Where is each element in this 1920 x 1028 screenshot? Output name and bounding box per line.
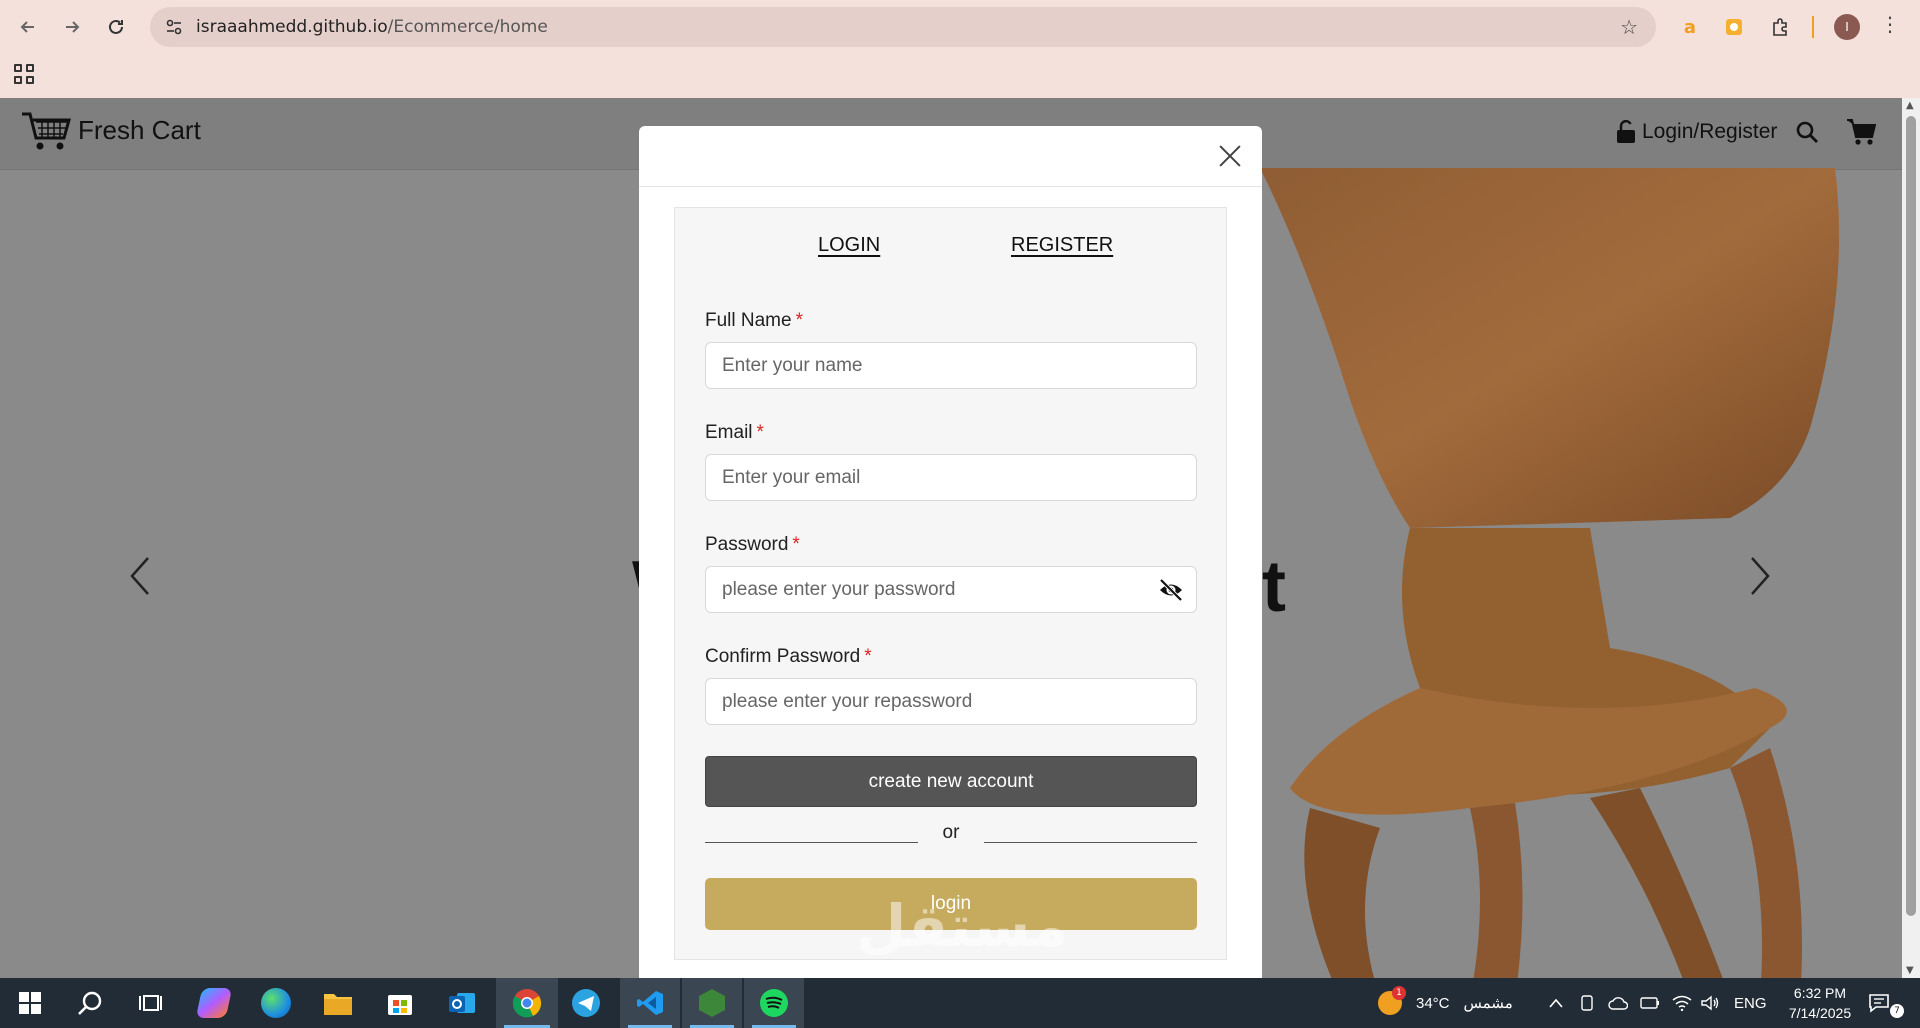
toolbar-divider	[1812, 16, 1814, 38]
chrome-icon[interactable]	[496, 978, 558, 1028]
or-text: or	[942, 822, 960, 843]
apps-grid-icon[interactable]	[14, 64, 34, 84]
password-label: Password *	[705, 534, 1197, 556]
show-hidden-icons-chevron-up-icon[interactable]	[1548, 978, 1564, 1028]
onedrive-cloud-icon[interactable]	[1608, 978, 1628, 1028]
password-field-box	[705, 566, 1197, 613]
tab-login[interactable]: LOGIN	[818, 234, 880, 257]
password-group: Password *	[705, 534, 1197, 613]
email-label-text: Email	[705, 422, 753, 443]
vscode-icon[interactable]	[620, 978, 680, 1028]
language-indicator[interactable]: ENG	[1734, 978, 1767, 1028]
scroll-up-icon[interactable]: ▲	[1906, 100, 1914, 111]
weather-desc: مشمس	[1463, 995, 1513, 1012]
confirm-password-field-box	[705, 678, 1197, 725]
email-label: Email *	[705, 422, 1197, 444]
browser-menu-icon[interactable]: ⋮	[1880, 12, 1900, 36]
modal-header	[639, 126, 1262, 187]
clock-time: 6:32 PM	[1793, 985, 1847, 1001]
device-icon[interactable]	[1580, 978, 1594, 1028]
extension-icon[interactable]	[1720, 13, 1748, 41]
weather-temp: 34°C	[1416, 994, 1450, 1012]
login-register-label: Login/Register	[1642, 120, 1778, 143]
windows-start-icon[interactable]	[2, 978, 58, 1028]
required-mark: *	[792, 534, 800, 555]
weather-badge: 1	[1392, 986, 1406, 1000]
login-register-link[interactable]: Login/Register	[1616, 120, 1777, 144]
cart-logo-icon	[22, 112, 71, 150]
battery-icon[interactable]	[1640, 978, 1660, 1028]
scroll-down-icon[interactable]: ▼	[1906, 965, 1914, 976]
forward-arrow-icon[interactable]	[56, 11, 88, 43]
notification-count: 7	[1890, 1004, 1904, 1018]
edge-browser-icon[interactable]	[248, 978, 304, 1028]
or-divider: or	[705, 820, 1197, 850]
wifi-icon[interactable]	[1672, 978, 1692, 1028]
confirm-password-group: Confirm Password *	[705, 646, 1197, 725]
full-name-group: Full Name *	[705, 310, 1197, 389]
register-form: LOGIN REGISTER Full Name* Email* Passwor…	[674, 207, 1227, 960]
search-icon[interactable]	[1795, 120, 1819, 148]
browser-chrome: israaahmedd.github.io/Ecommerce/home ☆ a…	[0, 0, 1920, 98]
nodejs-icon[interactable]	[682, 978, 742, 1028]
site-info-icon[interactable]	[162, 15, 186, 39]
full-name-label: Full Name *	[705, 310, 1197, 332]
required-mark: *	[864, 646, 872, 667]
url-host: israaahmedd.github.io	[196, 17, 388, 37]
volume-icon[interactable]	[1700, 978, 1720, 1028]
email-field-box	[705, 454, 1197, 501]
url-path: /Ecommerce/home	[387, 17, 548, 37]
carousel-prev-icon[interactable]	[128, 553, 152, 607]
shopping-cart-icon[interactable]	[1846, 118, 1877, 150]
password-input[interactable]	[706, 567, 1196, 612]
spotify-icon[interactable]	[744, 978, 804, 1028]
puzzle-extensions-icon[interactable]	[1766, 13, 1794, 41]
microsoft-store-icon[interactable]	[372, 978, 428, 1028]
email-group: Email *	[705, 422, 1197, 501]
page-scrollbar[interactable]: ▲ ▼	[1902, 98, 1920, 978]
outlook-icon[interactable]	[434, 978, 490, 1028]
address-bar[interactable]: israaahmedd.github.io/Ecommerce/home ☆	[150, 7, 1656, 47]
required-mark: *	[756, 422, 764, 443]
copilot-icon[interactable]	[186, 978, 242, 1028]
weather-widget[interactable]: 34°C مشمس	[1416, 978, 1513, 1028]
full-name-label-text: Full Name	[705, 310, 792, 331]
telegram-icon[interactable]	[558, 978, 614, 1028]
bookmark-star-icon[interactable]: ☆	[1620, 15, 1638, 39]
divider-line-right	[984, 842, 1197, 843]
site-logo[interactable]: Fresh Cart	[20, 108, 201, 152]
back-arrow-icon[interactable]	[12, 11, 44, 43]
password-label-text: Password	[705, 534, 789, 555]
search-icon[interactable]	[62, 978, 118, 1028]
profile-avatar[interactable]: I	[1834, 14, 1860, 40]
required-mark: *	[795, 310, 803, 331]
confirm-password-label-text: Confirm Password	[705, 646, 861, 667]
unlock-icon	[1617, 120, 1635, 143]
email-input[interactable]	[706, 455, 1196, 500]
confirm-password-label: Confirm Password *	[705, 646, 1197, 668]
auth-modal: LOGIN REGISTER Full Name* Email* Passwor…	[639, 126, 1262, 978]
clock-date: 7/14/2025	[1788, 1005, 1852, 1021]
tab-register[interactable]: REGISTER	[1011, 234, 1113, 257]
eye-slash-icon[interactable]	[1158, 578, 1184, 602]
url-text[interactable]: israaahmedd.github.io/Ecommerce/home	[196, 7, 548, 47]
reload-icon[interactable]	[100, 11, 132, 43]
system-clock[interactable]: 6:32 PM 7/14/2025	[1770, 983, 1870, 1023]
close-icon[interactable]	[1216, 142, 1244, 170]
windows-taskbar: 1 34°C مشمس ENG 6:32 PM 7/14/2025 7	[0, 978, 1920, 1028]
confirm-password-input[interactable]	[706, 679, 1196, 724]
amazon-extension-icon[interactable]: a	[1676, 13, 1704, 41]
task-view-icon[interactable]	[122, 978, 178, 1028]
watermark-arabic: مستقل	[855, 892, 1069, 960]
notification-center-icon[interactable]	[1868, 978, 1890, 1028]
full-name-input[interactable]	[706, 343, 1196, 388]
brand-name: Fresh Cart	[78, 114, 201, 145]
full-name-field-box	[705, 342, 1197, 389]
carousel-next-icon[interactable]	[1748, 553, 1772, 607]
file-explorer-icon[interactable]	[310, 978, 366, 1028]
create-account-button[interactable]: create new account	[705, 756, 1197, 807]
scroll-thumb[interactable]	[1906, 116, 1916, 916]
